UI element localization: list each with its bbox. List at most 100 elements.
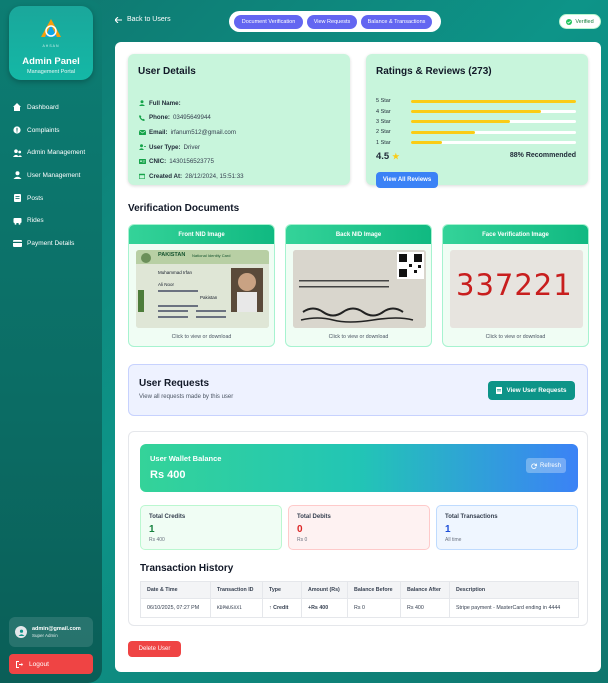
tx-id: KDPWUSXX1 [210,598,263,618]
sidebar-nav: Dashboard Complaints Admin Management Us… [12,96,98,255]
logo-icon [41,19,61,37]
user-role: Super Admin [32,633,58,638]
mail-icon [138,129,146,135]
dashboard-icon [12,102,22,112]
stat-sub: Rs 400 [149,537,165,543]
users-icon [12,170,22,180]
face-digits-text: 337221 [456,268,573,302]
rating-row-label: 4 Star [376,108,391,115]
detail-label: User Type: [149,143,181,151]
logout-icon [16,660,23,668]
id-card-icon [138,159,146,165]
rating-row-label: 3 Star [376,118,391,125]
logout-button[interactable]: Logout [9,654,93,674]
rating-bar [411,99,576,103]
back-to-users-link[interactable]: Back to Users [115,16,171,23]
sidebar-item-admin-management[interactable]: Admin Management [12,141,98,164]
sidebar: AHSAN Admin Panel Management Portal Dash… [0,0,102,683]
delete-user-button[interactable]: Delete User [128,641,181,657]
rating-distribution: 5 Star 4 Star 3 Star 2 Star 1 Star [376,96,576,148]
sidebar-item-posts[interactable]: Posts [12,187,98,210]
check-circle-icon [566,18,573,25]
sidebar-item-label: User Management [27,171,81,179]
sidebar-item-label: Dashboard [27,103,59,111]
detail-value: Driver [183,143,201,151]
column-header: Date & Time [140,581,211,599]
sidebar-item-complaints[interactable]: Complaints [12,119,98,142]
refresh-button[interactable]: Refresh [526,458,566,473]
column-header: Description [449,581,579,599]
main-panel: User Details Full Name: Phone: 034956499… [115,42,601,672]
card-country-text: PAKISTAN [158,252,186,258]
card-nationality-text: Pakistan [200,295,218,300]
wallet-balance-card: User Wallet Balance Rs 400 Refresh [140,444,578,492]
brand-subtitle: Management Portal [27,69,75,75]
user-requests-subtitle: View all requests made by this user [139,394,234,400]
card-type-text: National Identity Card [192,253,231,258]
brand-title: Admin Panel [22,56,80,67]
sidebar-item-rides[interactable]: Rides [12,209,98,232]
sidebar-item-label: Admin Management [27,149,86,157]
alert-icon [12,125,22,135]
sidebar-item-dashboard[interactable]: Dashboard [12,96,98,119]
view-requests-button[interactable]: View Requests [307,14,357,29]
user-details-card: User Details Full Name: Phone: 034956499… [128,54,350,185]
rating-bar-fill [411,130,476,134]
sidebar-item-user-management[interactable]: User Management [12,164,98,187]
avatar [15,626,27,638]
sidebar-item-payment-details[interactable]: Payment Details [12,232,98,255]
arrow-left-icon [115,16,122,23]
total-debits-card: Total Debits 0 Rs 0 [288,505,430,550]
detail-label: CNIC: [149,158,167,166]
logout-label: Logout [29,660,49,668]
detail-full-name: Full Name: [138,96,244,111]
total-transactions-card: Total Transactions 1 All time [436,505,578,550]
rating-row: 1 Star [376,138,576,148]
rating-row: 5 Star [376,96,576,106]
current-user-card: admin@gmail.com Super Admin [9,617,93,647]
rating-row: 2 Star [376,127,576,137]
refresh-label: Refresh [539,462,561,469]
detail-cnic: CNIC: 1430156523775 [138,154,244,169]
verification-title: Verification Documents [128,203,240,214]
view-user-requests-button[interactable]: View User Requests [488,381,575,400]
document-verification-button[interactable]: Document Verification [234,14,303,29]
stat-label: Total Credits [149,514,186,520]
average-value: 4.5 [376,151,390,162]
rating-bar [411,141,576,145]
user-email: admin@gmail.com [32,626,81,632]
balance-transactions-button[interactable]: Balance & Transactions [361,14,432,29]
stat-sub: Rs 0 [297,537,308,543]
brand-card: AHSAN Admin Panel Management Portal [9,6,93,80]
stat-sub: All time [445,537,462,543]
doc-caption: Click to view or download [328,334,389,340]
rating-bar [411,120,576,124]
rating-bar-fill [411,110,542,114]
detail-user-type: User Type: Driver [138,140,244,155]
face-verification-title: Face Verification Image [443,225,588,244]
rating-bar-fill [411,120,510,124]
front-nid-title: Front NID Image [129,225,274,244]
face-verification-image: 337221 [450,250,583,328]
wallet-balance: Rs 400 [150,469,186,481]
back-nid-card[interactable]: Back NID Image Click to view or download [285,224,432,347]
user-requests-title: User Requests [139,378,210,389]
detail-label: Phone: [149,114,170,122]
doc-caption: Click to view or download [171,334,232,340]
front-nid-card[interactable]: Front NID Image PAKISTAN National Identi… [128,224,275,347]
view-all-reviews-button[interactable]: View All Reviews [376,172,438,188]
tx-type-label: Credit [273,605,289,611]
rating-row: 3 Star [376,117,576,127]
column-header: Balance After [400,581,450,599]
total-credits-card: Total Credits 1 Rs 400 [140,505,282,550]
detail-value: irfanum512@gmail.com [170,128,237,136]
stat-value: 0 [297,524,303,535]
detail-label: Created At: [149,172,183,180]
rating-bar-fill [411,141,443,145]
rating-row: 4 Star [376,106,576,116]
card-father-text: Ali Noor [158,282,175,287]
back-nid-title: Back NID Image [286,225,431,244]
rating-row-label: 5 Star [376,98,391,105]
face-verification-card[interactable]: Face Verification Image 337221 Click to … [442,224,589,347]
user-tag-icon [138,144,146,151]
